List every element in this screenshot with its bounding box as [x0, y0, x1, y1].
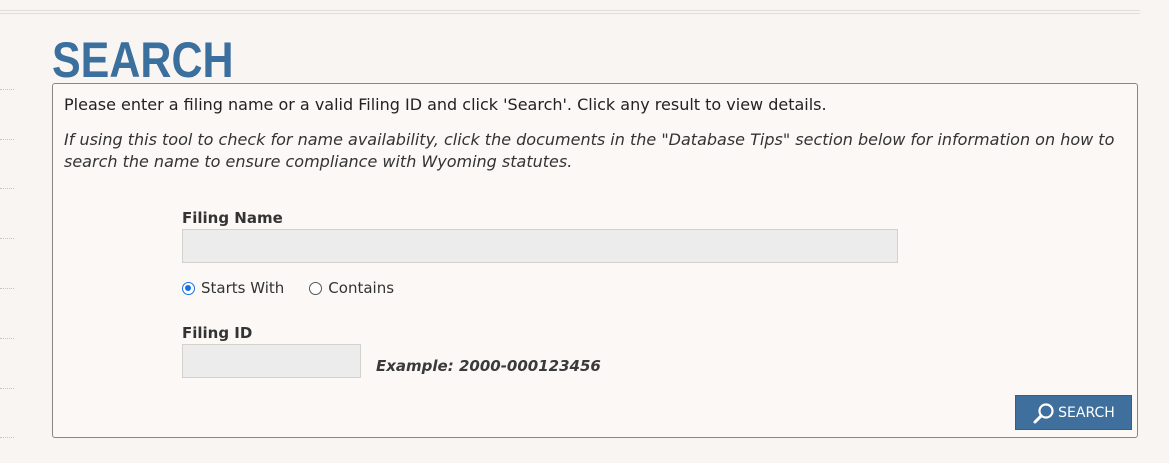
instructions-text: Please enter a filing name or a valid Fi…: [64, 95, 827, 114]
radio-option-starts-with[interactable]: Starts With: [182, 279, 284, 297]
radio-option-contains[interactable]: Contains: [309, 279, 394, 297]
margin-tick: [0, 89, 14, 90]
search-button[interactable]: SEARCH: [1015, 395, 1132, 430]
radio-starts-with[interactable]: [182, 281, 195, 295]
search-button-label: SEARCH: [1058, 404, 1115, 421]
margin-tick: [0, 139, 14, 140]
top-divider: [0, 10, 1140, 14]
filing-id-input[interactable]: [182, 344, 361, 378]
filing-name-label: Filing Name: [182, 209, 283, 227]
match-mode-radio-group: Starts With Contains: [182, 278, 419, 298]
filing-name-input[interactable]: [182, 229, 898, 263]
margin-tick: [0, 238, 14, 239]
filing-id-label: Filing ID: [182, 324, 253, 342]
search-icon: [1032, 401, 1056, 425]
radio-contains[interactable]: [309, 281, 323, 295]
margin-tick: [0, 437, 14, 438]
radio-contains-label: Contains: [328, 279, 395, 297]
left-margin-ticks: [0, 0, 16, 463]
margin-tick: [0, 188, 14, 189]
margin-tick: [0, 338, 14, 339]
filing-id-example: Example: 2000-000123456: [376, 357, 601, 375]
margin-tick: [0, 288, 14, 289]
name-availability-note: If using this tool to check for name ava…: [64, 130, 1115, 171]
radio-starts-with-label: Starts With: [201, 279, 285, 297]
margin-tick: [0, 388, 14, 389]
search-panel: Please enter a filing name or a valid Fi…: [52, 83, 1138, 438]
page-title: SEARCH: [52, 32, 234, 88]
